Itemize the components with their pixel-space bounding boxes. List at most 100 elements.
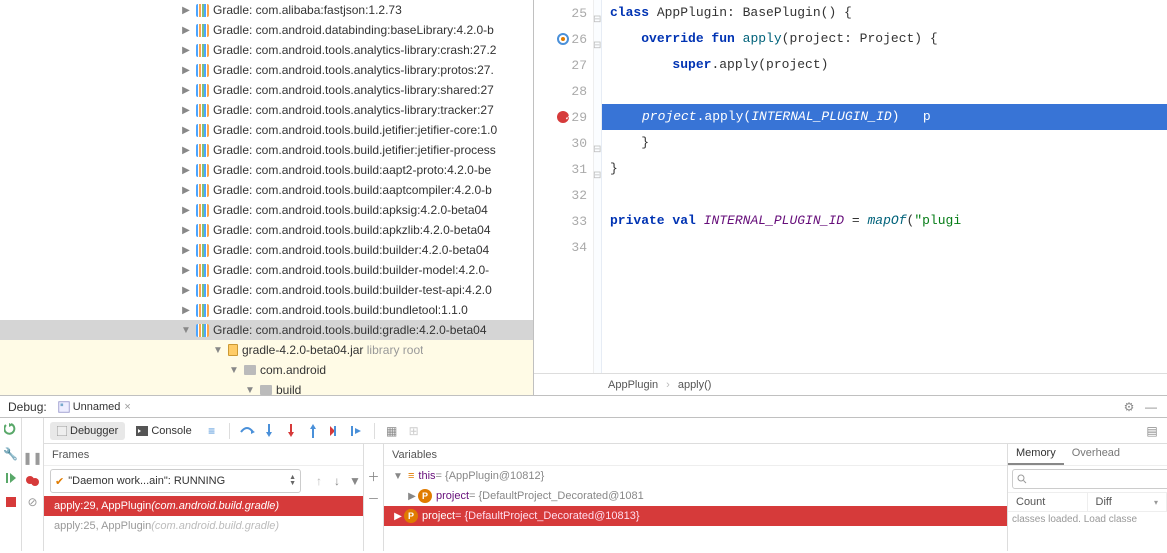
code-content[interactable]: class AppPlugin: BasePlugin() { override… bbox=[602, 0, 1167, 373]
tree-item[interactable]: ▶Gradle: com.android.tools.build.jetifie… bbox=[0, 120, 533, 140]
collapse-arrow-icon[interactable]: ▼ bbox=[180, 325, 192, 336]
breadcrumb[interactable]: AppPlugin › apply() bbox=[534, 373, 1167, 395]
breadcrumb-method[interactable]: apply() bbox=[678, 379, 712, 391]
tree-item[interactable]: ▶Gradle: com.android.tools.build:builder… bbox=[0, 280, 533, 300]
expand-arrow-icon[interactable]: ▶ bbox=[180, 5, 192, 16]
trace-icon[interactable]: ⊞ bbox=[405, 422, 423, 440]
expand-arrow-icon[interactable]: ▶ bbox=[180, 245, 192, 256]
tree-item[interactable]: ▶Gradle: com.android.tools.build:aapt2-p… bbox=[0, 160, 533, 180]
tree-item[interactable]: ▶Gradle: com.android.tools.build:builder… bbox=[0, 260, 533, 280]
expand-arrow-icon[interactable]: ▶ bbox=[180, 285, 192, 296]
drop-frame-icon[interactable] bbox=[326, 422, 344, 440]
memory-tab[interactable]: Memory bbox=[1008, 444, 1064, 465]
remove-watch-icon[interactable]: － bbox=[366, 490, 382, 506]
count-column[interactable]: Count bbox=[1008, 493, 1088, 511]
debugger-tab[interactable]: Debugger bbox=[50, 422, 125, 440]
stepper-icon[interactable]: ▲▼ bbox=[289, 475, 296, 487]
overhead-tab[interactable]: Overhead bbox=[1064, 444, 1128, 465]
tree-item[interactable]: ▶Gradle: com.android.tools.build:bundlet… bbox=[0, 300, 533, 320]
console-tab-icon bbox=[136, 426, 148, 436]
collapse-arrow-icon[interactable]: ▼ bbox=[228, 365, 240, 376]
expand-arrow-icon[interactable]: ▶ bbox=[180, 85, 192, 96]
stack-frame[interactable]: apply:25, AppPlugin (com.android.build.g… bbox=[44, 516, 363, 536]
tree-item[interactable]: ▶Gradle: com.android.tools.build:aaptcom… bbox=[0, 180, 533, 200]
expand-arrow-icon[interactable]: ▶ bbox=[180, 65, 192, 76]
variables-panel: Variables ▼≡this = {AppPlugin@10812} ▶Pp… bbox=[384, 444, 1007, 551]
variable-row[interactable]: ▼≡this = {AppPlugin@10812} bbox=[384, 466, 1007, 486]
tree-item[interactable]: ▶Gradle: com.android.databinding:baseLib… bbox=[0, 20, 533, 40]
expand-arrow-icon[interactable]: ▶ bbox=[180, 185, 192, 196]
breadcrumb-class[interactable]: AppPlugin bbox=[608, 379, 658, 391]
minimize-icon[interactable]: — bbox=[1143, 399, 1159, 415]
fold-gutter[interactable]: ⊟ ⊟ ⊟ ⊟ bbox=[594, 0, 602, 373]
expand-arrow-icon[interactable]: ▶ bbox=[180, 105, 192, 116]
tree-jar-item[interactable]: ▼gradle-4.2.0-beta04.jar library root bbox=[0, 340, 533, 360]
variable-row[interactable]: ▶Pproject = {DefaultProject_Decorated@10… bbox=[384, 486, 1007, 506]
expand-arrow-icon[interactable]: ▶ bbox=[180, 305, 192, 316]
breakpoint-icon[interactable] bbox=[557, 111, 569, 123]
diff-column[interactable]: Diff▾ bbox=[1088, 493, 1167, 511]
settings-icon[interactable]: ⚙ bbox=[1121, 399, 1137, 415]
tree-item[interactable]: ▶Gradle: com.android.tools.build:builder… bbox=[0, 240, 533, 260]
collapse-arrow-icon[interactable]: ▼ bbox=[392, 471, 404, 482]
expand-arrow-icon[interactable]: ▶ bbox=[180, 25, 192, 36]
library-icon bbox=[196, 244, 209, 257]
property-icon: P bbox=[418, 489, 432, 503]
tree-item[interactable]: ▶Gradle: com.android.tools.build:apksig:… bbox=[0, 200, 533, 220]
run-configuration[interactable]: Unnamed × bbox=[57, 400, 131, 414]
expand-arrow-icon[interactable]: ▶ bbox=[406, 491, 418, 502]
close-config-icon[interactable]: × bbox=[124, 401, 130, 413]
thread-selector[interactable]: ✔ "Daemon work...ain": RUNNING ▲▼ bbox=[50, 469, 301, 493]
step-out-icon[interactable] bbox=[304, 422, 322, 440]
expand-arrow-icon[interactable]: ▶ bbox=[180, 165, 192, 176]
memory-footer[interactable]: classes loaded. Load classe bbox=[1008, 512, 1167, 527]
tree-item[interactable]: ▶Gradle: com.alibaba:fastjson:1.2.73 bbox=[0, 0, 533, 20]
expand-arrow-icon[interactable]: ▶ bbox=[180, 125, 192, 136]
tree-item[interactable]: ▶Gradle: com.android.tools.analytics-lib… bbox=[0, 60, 533, 80]
code-editor[interactable]: 25 26 27 28 29 30 31 32 33 34 ⊟ ⊟ ⊟ ⊟ cl… bbox=[534, 0, 1167, 395]
step-over-icon[interactable] bbox=[238, 422, 256, 440]
debug-title: Debug: bbox=[8, 400, 47, 414]
stack-frame[interactable]: apply:29, AppPlugin (com.android.build.g… bbox=[44, 496, 363, 516]
add-watch-icon[interactable]: ＋ bbox=[366, 468, 382, 484]
tree-item[interactable]: ▶Gradle: com.android.tools.build:apkzlib… bbox=[0, 220, 533, 240]
filter-icon[interactable]: ▼ bbox=[347, 473, 363, 489]
run-to-cursor-icon[interactable] bbox=[348, 422, 366, 440]
pause-icon[interactable]: ❚❚ bbox=[25, 450, 41, 466]
expand-arrow-icon[interactable]: ▶ bbox=[180, 45, 192, 56]
variable-row-selected[interactable]: ▶Pproject = {DefaultProject_Decorated@10… bbox=[384, 506, 1007, 526]
collapse-arrow-icon[interactable]: ▼ bbox=[212, 345, 224, 356]
library-icon bbox=[196, 144, 209, 157]
jar-icon bbox=[228, 344, 238, 356]
expand-arrow-icon[interactable]: ▶ bbox=[180, 225, 192, 236]
tree-item[interactable]: ▶Gradle: com.android.tools.analytics-lib… bbox=[0, 40, 533, 60]
run-config-icon bbox=[57, 400, 71, 414]
project-tree[interactable]: ▶Gradle: com.alibaba:fastjson:1.2.73 ▶Gr… bbox=[0, 0, 534, 395]
view-breakpoints-icon[interactable] bbox=[25, 472, 41, 488]
tree-item-selected[interactable]: ▼Gradle: com.android.tools.build:gradle:… bbox=[0, 320, 533, 340]
tree-item[interactable]: ▶Gradle: com.android.tools.build.jetifie… bbox=[0, 140, 533, 160]
tree-item[interactable]: ▶Gradle: com.android.tools.analytics-lib… bbox=[0, 100, 533, 120]
collapse-arrow-icon[interactable]: ▼ bbox=[244, 385, 256, 396]
evaluate-icon[interactable]: ▦ bbox=[383, 422, 401, 440]
expand-arrow-icon[interactable]: ▶ bbox=[392, 511, 404, 522]
prev-frame-icon[interactable]: ↑ bbox=[311, 473, 327, 489]
memory-search-input[interactable] bbox=[1012, 469, 1167, 489]
tree-package-item[interactable]: ▼com.android bbox=[0, 360, 533, 380]
expand-arrow-icon[interactable]: ▶ bbox=[180, 205, 192, 216]
tree-item[interactable]: ▶Gradle: com.android.tools.analytics-lib… bbox=[0, 80, 533, 100]
next-frame-icon[interactable]: ↓ bbox=[329, 473, 345, 489]
step-into-icon[interactable] bbox=[260, 422, 278, 440]
expand-arrow-icon[interactable]: ▶ bbox=[180, 265, 192, 276]
mute-breakpoints-icon[interactable]: ⊘ bbox=[25, 494, 41, 510]
force-step-into-icon[interactable] bbox=[282, 422, 300, 440]
resume-icon[interactable] bbox=[3, 470, 19, 486]
wrench-icon[interactable]: 🔧 bbox=[3, 446, 19, 462]
layout-icon[interactable]: ▤ bbox=[1143, 422, 1161, 440]
stop-icon[interactable] bbox=[3, 494, 19, 510]
tree-folder-item[interactable]: ▼build bbox=[0, 380, 533, 395]
rerun-icon[interactable] bbox=[3, 422, 19, 438]
console-tab[interactable]: Console bbox=[129, 422, 198, 440]
threads-icon[interactable]: ≡ bbox=[203, 422, 221, 440]
expand-arrow-icon[interactable]: ▶ bbox=[180, 145, 192, 156]
